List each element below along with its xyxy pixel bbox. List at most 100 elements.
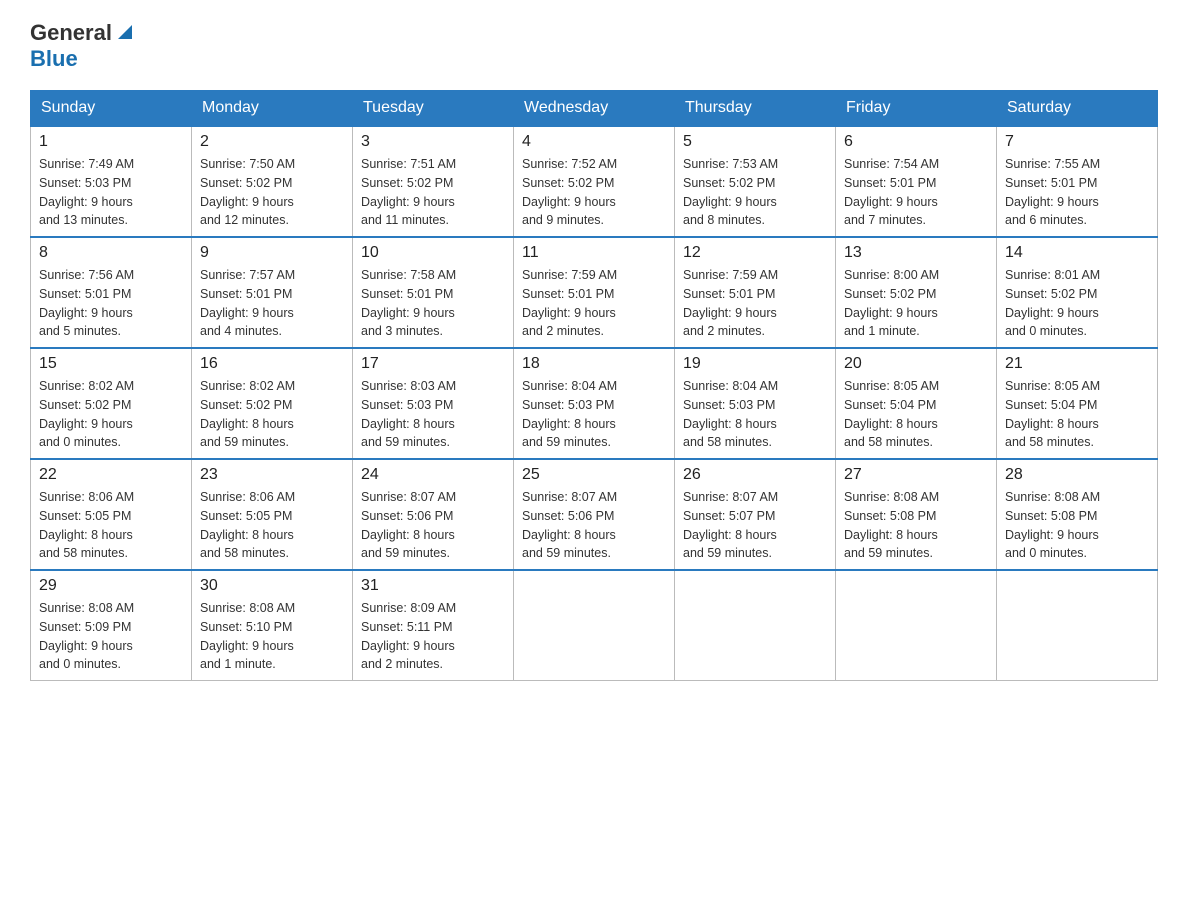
day-number: 27 xyxy=(844,466,988,484)
day-number: 13 xyxy=(844,244,988,262)
day-info: Sunrise: 8:08 AM Sunset: 5:09 PM Dayligh… xyxy=(39,599,183,674)
day-info: Sunrise: 7:50 AM Sunset: 5:02 PM Dayligh… xyxy=(200,155,344,230)
calendar-cell: 19 Sunrise: 8:04 AM Sunset: 5:03 PM Dayl… xyxy=(675,348,836,459)
weekday-header-wednesday: Wednesday xyxy=(514,91,675,127)
day-info: Sunrise: 8:05 AM Sunset: 5:04 PM Dayligh… xyxy=(844,377,988,452)
weekday-header-thursday: Thursday xyxy=(675,91,836,127)
calendar-cell: 22 Sunrise: 8:06 AM Sunset: 5:05 PM Dayl… xyxy=(31,459,192,570)
calendar-cell: 23 Sunrise: 8:06 AM Sunset: 5:05 PM Dayl… xyxy=(192,459,353,570)
day-number: 5 xyxy=(683,133,827,151)
weekday-header-monday: Monday xyxy=(192,91,353,127)
calendar-cell: 10 Sunrise: 7:58 AM Sunset: 5:01 PM Dayl… xyxy=(353,237,514,348)
logo-triangle-icon xyxy=(114,21,136,43)
day-info: Sunrise: 8:08 AM Sunset: 5:08 PM Dayligh… xyxy=(1005,488,1149,563)
day-info: Sunrise: 8:09 AM Sunset: 5:11 PM Dayligh… xyxy=(361,599,505,674)
day-info: Sunrise: 8:02 AM Sunset: 5:02 PM Dayligh… xyxy=(200,377,344,452)
calendar-cell: 15 Sunrise: 8:02 AM Sunset: 5:02 PM Dayl… xyxy=(31,348,192,459)
calendar-cell xyxy=(514,570,675,681)
calendar-cell: 24 Sunrise: 8:07 AM Sunset: 5:06 PM Dayl… xyxy=(353,459,514,570)
week-row-2: 8 Sunrise: 7:56 AM Sunset: 5:01 PM Dayli… xyxy=(31,237,1158,348)
calendar-cell xyxy=(836,570,997,681)
day-info: Sunrise: 8:03 AM Sunset: 5:03 PM Dayligh… xyxy=(361,377,505,452)
calendar-table: SundayMondayTuesdayWednesdayThursdayFrid… xyxy=(30,90,1158,681)
week-row-1: 1 Sunrise: 7:49 AM Sunset: 5:03 PM Dayli… xyxy=(31,126,1158,237)
day-info: Sunrise: 7:55 AM Sunset: 5:01 PM Dayligh… xyxy=(1005,155,1149,230)
day-number: 25 xyxy=(522,466,666,484)
day-number: 12 xyxy=(683,244,827,262)
day-number: 22 xyxy=(39,466,183,484)
day-number: 10 xyxy=(361,244,505,262)
day-info: Sunrise: 8:08 AM Sunset: 5:08 PM Dayligh… xyxy=(844,488,988,563)
day-info: Sunrise: 8:01 AM Sunset: 5:02 PM Dayligh… xyxy=(1005,266,1149,341)
calendar-cell xyxy=(675,570,836,681)
day-info: Sunrise: 8:07 AM Sunset: 5:06 PM Dayligh… xyxy=(522,488,666,563)
weekday-header-friday: Friday xyxy=(836,91,997,127)
calendar-cell: 6 Sunrise: 7:54 AM Sunset: 5:01 PM Dayli… xyxy=(836,126,997,237)
calendar-cell: 9 Sunrise: 7:57 AM Sunset: 5:01 PM Dayli… xyxy=(192,237,353,348)
calendar-cell: 20 Sunrise: 8:05 AM Sunset: 5:04 PM Dayl… xyxy=(836,348,997,459)
day-number: 16 xyxy=(200,355,344,373)
day-number: 8 xyxy=(39,244,183,262)
calendar-cell: 12 Sunrise: 7:59 AM Sunset: 5:01 PM Dayl… xyxy=(675,237,836,348)
day-info: Sunrise: 8:06 AM Sunset: 5:05 PM Dayligh… xyxy=(200,488,344,563)
day-number: 30 xyxy=(200,577,344,595)
day-info: Sunrise: 8:02 AM Sunset: 5:02 PM Dayligh… xyxy=(39,377,183,452)
day-number: 23 xyxy=(200,466,344,484)
calendar-cell: 31 Sunrise: 8:09 AM Sunset: 5:11 PM Dayl… xyxy=(353,570,514,681)
calendar-cell: 28 Sunrise: 8:08 AM Sunset: 5:08 PM Dayl… xyxy=(997,459,1158,570)
day-number: 19 xyxy=(683,355,827,373)
day-info: Sunrise: 8:08 AM Sunset: 5:10 PM Dayligh… xyxy=(200,599,344,674)
calendar-cell: 8 Sunrise: 7:56 AM Sunset: 5:01 PM Dayli… xyxy=(31,237,192,348)
day-number: 29 xyxy=(39,577,183,595)
day-number: 24 xyxy=(361,466,505,484)
calendar-cell: 30 Sunrise: 8:08 AM Sunset: 5:10 PM Dayl… xyxy=(192,570,353,681)
calendar-cell: 5 Sunrise: 7:53 AM Sunset: 5:02 PM Dayli… xyxy=(675,126,836,237)
day-number: 20 xyxy=(844,355,988,373)
day-number: 9 xyxy=(200,244,344,262)
logo-general-text: General xyxy=(30,20,112,46)
calendar-cell: 25 Sunrise: 8:07 AM Sunset: 5:06 PM Dayl… xyxy=(514,459,675,570)
weekday-header-tuesday: Tuesday xyxy=(353,91,514,127)
day-info: Sunrise: 7:49 AM Sunset: 5:03 PM Dayligh… xyxy=(39,155,183,230)
day-number: 4 xyxy=(522,133,666,151)
day-info: Sunrise: 8:04 AM Sunset: 5:03 PM Dayligh… xyxy=(683,377,827,452)
day-info: Sunrise: 7:54 AM Sunset: 5:01 PM Dayligh… xyxy=(844,155,988,230)
day-info: Sunrise: 8:07 AM Sunset: 5:07 PM Dayligh… xyxy=(683,488,827,563)
day-info: Sunrise: 7:51 AM Sunset: 5:02 PM Dayligh… xyxy=(361,155,505,230)
calendar-cell: 1 Sunrise: 7:49 AM Sunset: 5:03 PM Dayli… xyxy=(31,126,192,237)
day-number: 31 xyxy=(361,577,505,595)
calendar-cell: 16 Sunrise: 8:02 AM Sunset: 5:02 PM Dayl… xyxy=(192,348,353,459)
day-info: Sunrise: 7:58 AM Sunset: 5:01 PM Dayligh… xyxy=(361,266,505,341)
logo: General Blue xyxy=(30,20,136,72)
calendar-cell: 18 Sunrise: 8:04 AM Sunset: 5:03 PM Dayl… xyxy=(514,348,675,459)
calendar-cell: 17 Sunrise: 8:03 AM Sunset: 5:03 PM Dayl… xyxy=(353,348,514,459)
week-row-4: 22 Sunrise: 8:06 AM Sunset: 5:05 PM Dayl… xyxy=(31,459,1158,570)
calendar-cell: 11 Sunrise: 7:59 AM Sunset: 5:01 PM Dayl… xyxy=(514,237,675,348)
day-number: 21 xyxy=(1005,355,1149,373)
logo-blue-text: Blue xyxy=(30,46,78,71)
day-number: 18 xyxy=(522,355,666,373)
day-info: Sunrise: 7:59 AM Sunset: 5:01 PM Dayligh… xyxy=(683,266,827,341)
day-info: Sunrise: 7:59 AM Sunset: 5:01 PM Dayligh… xyxy=(522,266,666,341)
week-row-3: 15 Sunrise: 8:02 AM Sunset: 5:02 PM Dayl… xyxy=(31,348,1158,459)
calendar-cell: 13 Sunrise: 8:00 AM Sunset: 5:02 PM Dayl… xyxy=(836,237,997,348)
calendar-cell: 29 Sunrise: 8:08 AM Sunset: 5:09 PM Dayl… xyxy=(31,570,192,681)
day-number: 7 xyxy=(1005,133,1149,151)
day-info: Sunrise: 7:57 AM Sunset: 5:01 PM Dayligh… xyxy=(200,266,344,341)
day-number: 15 xyxy=(39,355,183,373)
week-row-5: 29 Sunrise: 8:08 AM Sunset: 5:09 PM Dayl… xyxy=(31,570,1158,681)
day-info: Sunrise: 7:56 AM Sunset: 5:01 PM Dayligh… xyxy=(39,266,183,341)
day-number: 26 xyxy=(683,466,827,484)
calendar-cell: 21 Sunrise: 8:05 AM Sunset: 5:04 PM Dayl… xyxy=(997,348,1158,459)
weekday-header-saturday: Saturday xyxy=(997,91,1158,127)
weekday-header-sunday: Sunday xyxy=(31,91,192,127)
page-header: General Blue xyxy=(30,20,1158,72)
day-number: 3 xyxy=(361,133,505,151)
calendar-cell: 14 Sunrise: 8:01 AM Sunset: 5:02 PM Dayl… xyxy=(997,237,1158,348)
day-info: Sunrise: 8:00 AM Sunset: 5:02 PM Dayligh… xyxy=(844,266,988,341)
day-number: 17 xyxy=(361,355,505,373)
day-number: 11 xyxy=(522,244,666,262)
calendar-cell: 7 Sunrise: 7:55 AM Sunset: 5:01 PM Dayli… xyxy=(997,126,1158,237)
day-number: 14 xyxy=(1005,244,1149,262)
calendar-cell xyxy=(997,570,1158,681)
